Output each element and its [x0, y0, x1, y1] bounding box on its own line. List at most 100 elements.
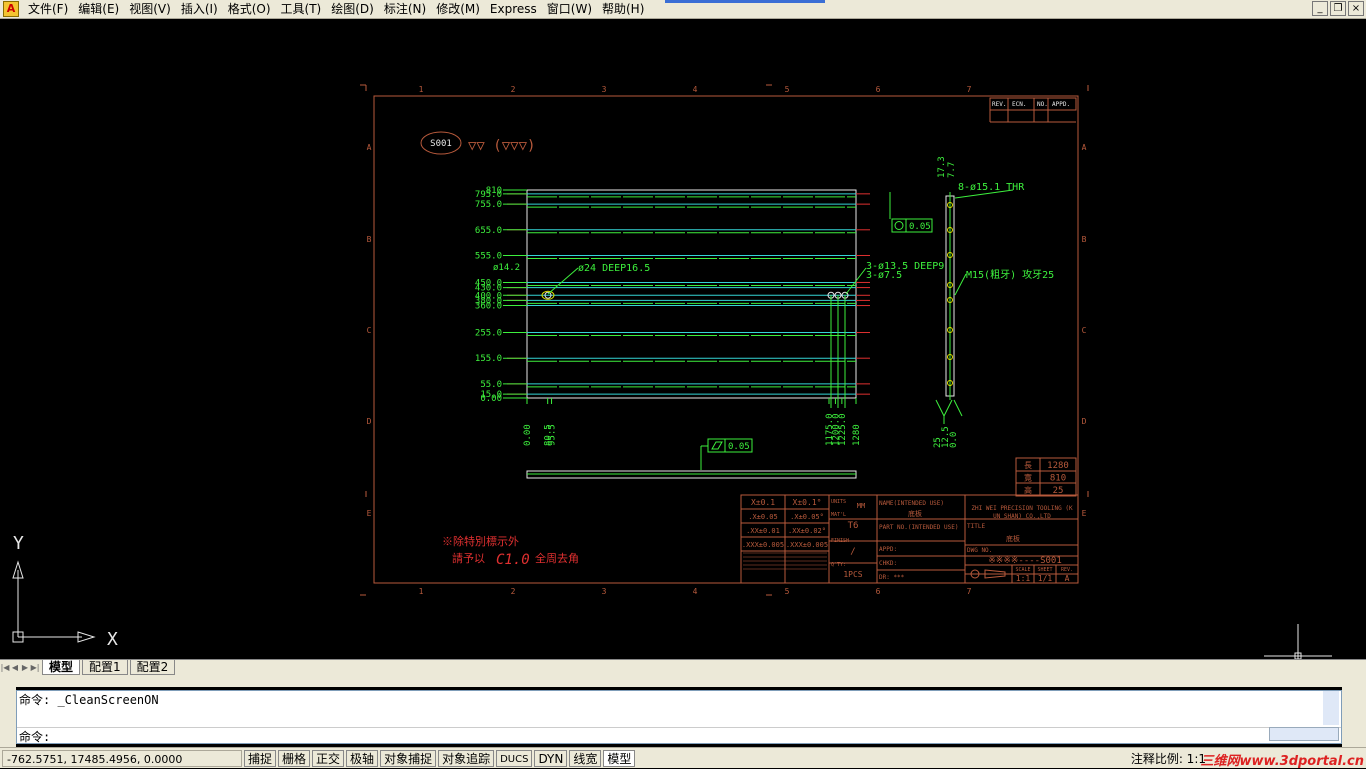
status-toggle-9[interactable]: 模型 [603, 749, 636, 767]
title-block-text: 1:1 [1016, 574, 1031, 583]
status-toggle-5[interactable]: 对象追踪 [438, 749, 495, 767]
status-toggle-0[interactable]: 捕捉 [244, 749, 277, 767]
plate-main-view [507, 189, 870, 408]
grid-row-label: D [367, 417, 372, 426]
dim-left-label: 255.0 [475, 329, 502, 339]
dim-left-label: 755.0 [475, 200, 502, 210]
dim-left-label: 360.0 [475, 302, 502, 312]
command-window-grip[interactable] [0, 687, 16, 747]
grid-col-label: 3 [602, 85, 607, 94]
grid-col-label: 4 [693, 587, 698, 596]
menu-item-8[interactable]: 修改(M) [431, 0, 485, 19]
title-block-text: NAME(INTENDED USE) [879, 500, 944, 507]
grid-row-label: C [1082, 326, 1087, 335]
dimensions-left: 810795.0755.0655.0555.0450.0430.0400.038… [475, 186, 527, 404]
title-block-text: MAT'L [831, 512, 846, 518]
grid-col-label: 1 [419, 587, 424, 596]
coordinate-readout[interactable]: -762.5751, 17485.4956, 0.0000 [2, 749, 242, 767]
menu-item-7[interactable]: 标注(N) [379, 0, 431, 19]
hole-note-1: ø14.2 [493, 263, 520, 273]
revision-block: REV. ECN. NO. APPD. [989, 97, 1077, 123]
menu-item-9[interactable]: Express [485, 0, 542, 19]
crosshair-cursor [1264, 624, 1332, 660]
ucs-icon: Y X [12, 533, 118, 650]
drawing-svg: 1 1 2 2 3 3 4 4 5 5 6 6 7 7 A A B B C C D D E E REV. ECN. NO. APPD… [12, 84, 1332, 660]
notes-tail: 全周去角 [535, 551, 579, 565]
menu-item-1[interactable]: 编辑(E) [73, 0, 124, 19]
dim-left-label: 0.00 [480, 394, 502, 404]
grid-row-label: A [367, 143, 372, 152]
svg-text:X: X [107, 629, 118, 650]
command-history-line: 命令: _CleanScreenON [19, 693, 159, 707]
dim-bottom-label: 0.00 [523, 424, 533, 446]
hole-note-4: 3-ø7.5 [866, 270, 902, 281]
minimize-button[interactable]: _ [1312, 1, 1328, 16]
tab-prev-icon[interactable]: ◀ [10, 662, 20, 674]
status-toggle-1[interactable]: 栅格 [278, 749, 311, 767]
dim-left-label: 795.0 [475, 190, 502, 200]
menu-item-6[interactable]: 绘图(D) [326, 0, 379, 19]
command-input-area: 命令: [17, 727, 1341, 746]
status-toggle-7[interactable]: DYN [534, 749, 568, 767]
close-button[interactable]: × [1348, 1, 1364, 16]
grid-row-label: D [1082, 417, 1087, 426]
menu-item-10[interactable]: 窗口(W) [542, 0, 597, 19]
notes-title: ※除特別標示外 [442, 534, 519, 548]
command-scrollbar[interactable] [1323, 691, 1339, 725]
title-bar-strip [665, 0, 825, 3]
menu-item-5[interactable]: 工具(T) [276, 0, 327, 19]
svg-text:0.05: 0.05 [909, 222, 931, 232]
title-block-text: / [850, 547, 855, 557]
tab-model[interactable]: 模型 [42, 660, 81, 675]
menu-item-11[interactable]: 帮助(H) [597, 0, 649, 19]
tab-layout1[interactable]: 配置1 [82, 660, 128, 675]
status-toggle-6[interactable]: DUCS [496, 749, 533, 767]
grid-col-label: 2 [511, 85, 516, 94]
status-toggle-2[interactable]: 正交 [312, 749, 345, 767]
tab-last-icon[interactable]: ▶| [30, 662, 40, 674]
dim-bottom-label: 95.5 [548, 424, 558, 446]
drawing-canvas[interactable]: 1 1 2 2 3 3 4 4 5 5 6 6 7 7 A A B B C C D D E E REV. ECN. NO. APPD… [0, 19, 1366, 660]
title-block-text: DR: *** [879, 574, 905, 581]
dimensions-bottom: 0.00 80.595.5 1175.01200.01225.0 1280 [523, 398, 862, 446]
title-block-text: TITLE [967, 523, 985, 530]
grid-col-label: 7 [967, 85, 972, 94]
tab-layout2[interactable]: 配置2 [129, 660, 176, 675]
part-number: S001 [430, 139, 452, 149]
tab-first-icon[interactable]: |◀ [0, 662, 10, 674]
restore-button[interactable]: ❐ [1330, 1, 1346, 16]
size-table-key: 高 [1024, 485, 1032, 495]
status-toggle-8[interactable]: 线宽 [569, 749, 602, 767]
title-block-text: .XX±0.01 [746, 527, 780, 535]
title-block-text: Q'TY: [831, 562, 846, 568]
status-toggle-3[interactable]: 极轴 [346, 749, 379, 767]
menu-bar: A 文件(F) 编辑(E) 视图(V) 插入(I) 格式(O) 工具(T) 绘图(D) 标注(… [0, 0, 1366, 19]
dim-left-label: 155.0 [475, 354, 502, 364]
status-toggle-4[interactable]: 对象捕捉 [380, 749, 437, 767]
grid-row-label: B [367, 235, 372, 244]
title-block-text: REV. [1061, 567, 1073, 573]
menu-item-3[interactable]: 插入(I) [176, 0, 223, 19]
tolerance-callout: 0.05 [889, 192, 933, 233]
menu-item-4[interactable]: 格式(O) [223, 0, 276, 19]
menu-item-0[interactable]: 文件(F) [23, 0, 73, 19]
side-top-dim: 17.3 [937, 156, 947, 178]
grid-col-label: 5 [785, 587, 790, 596]
plate-side-view: 17.3 7.72512.50.0 [933, 156, 1014, 448]
annotation-scale[interactable]: 注释比例: 1:1 [1131, 750, 1206, 767]
side-arrows [935, 399, 963, 424]
grid-row-label: B [1082, 235, 1087, 244]
command-hscrollbar[interactable] [1269, 727, 1339, 741]
leader-1 [547, 267, 579, 295]
tab-next-icon[interactable]: ▶ [20, 662, 30, 674]
menu-item-2[interactable]: 视图(V) [124, 0, 176, 19]
command-input[interactable]: 命令: [17, 728, 1341, 746]
grid-col-label: 7 [967, 587, 972, 596]
side-note-2: M15(粗牙) 攻牙25 [966, 268, 1054, 281]
command-window[interactable]: 命令: _CleanScreenON 命令: [16, 690, 1342, 744]
title-block-text: 1/1 [1038, 574, 1053, 583]
grid-col-label: 6 [876, 85, 881, 94]
title-block-text: UN SHAN) CO.,LTD [993, 513, 1051, 520]
hole-note-2: ø24 DEEP16.5 [578, 263, 650, 274]
autocad-logo-icon[interactable]: A [3, 1, 19, 17]
